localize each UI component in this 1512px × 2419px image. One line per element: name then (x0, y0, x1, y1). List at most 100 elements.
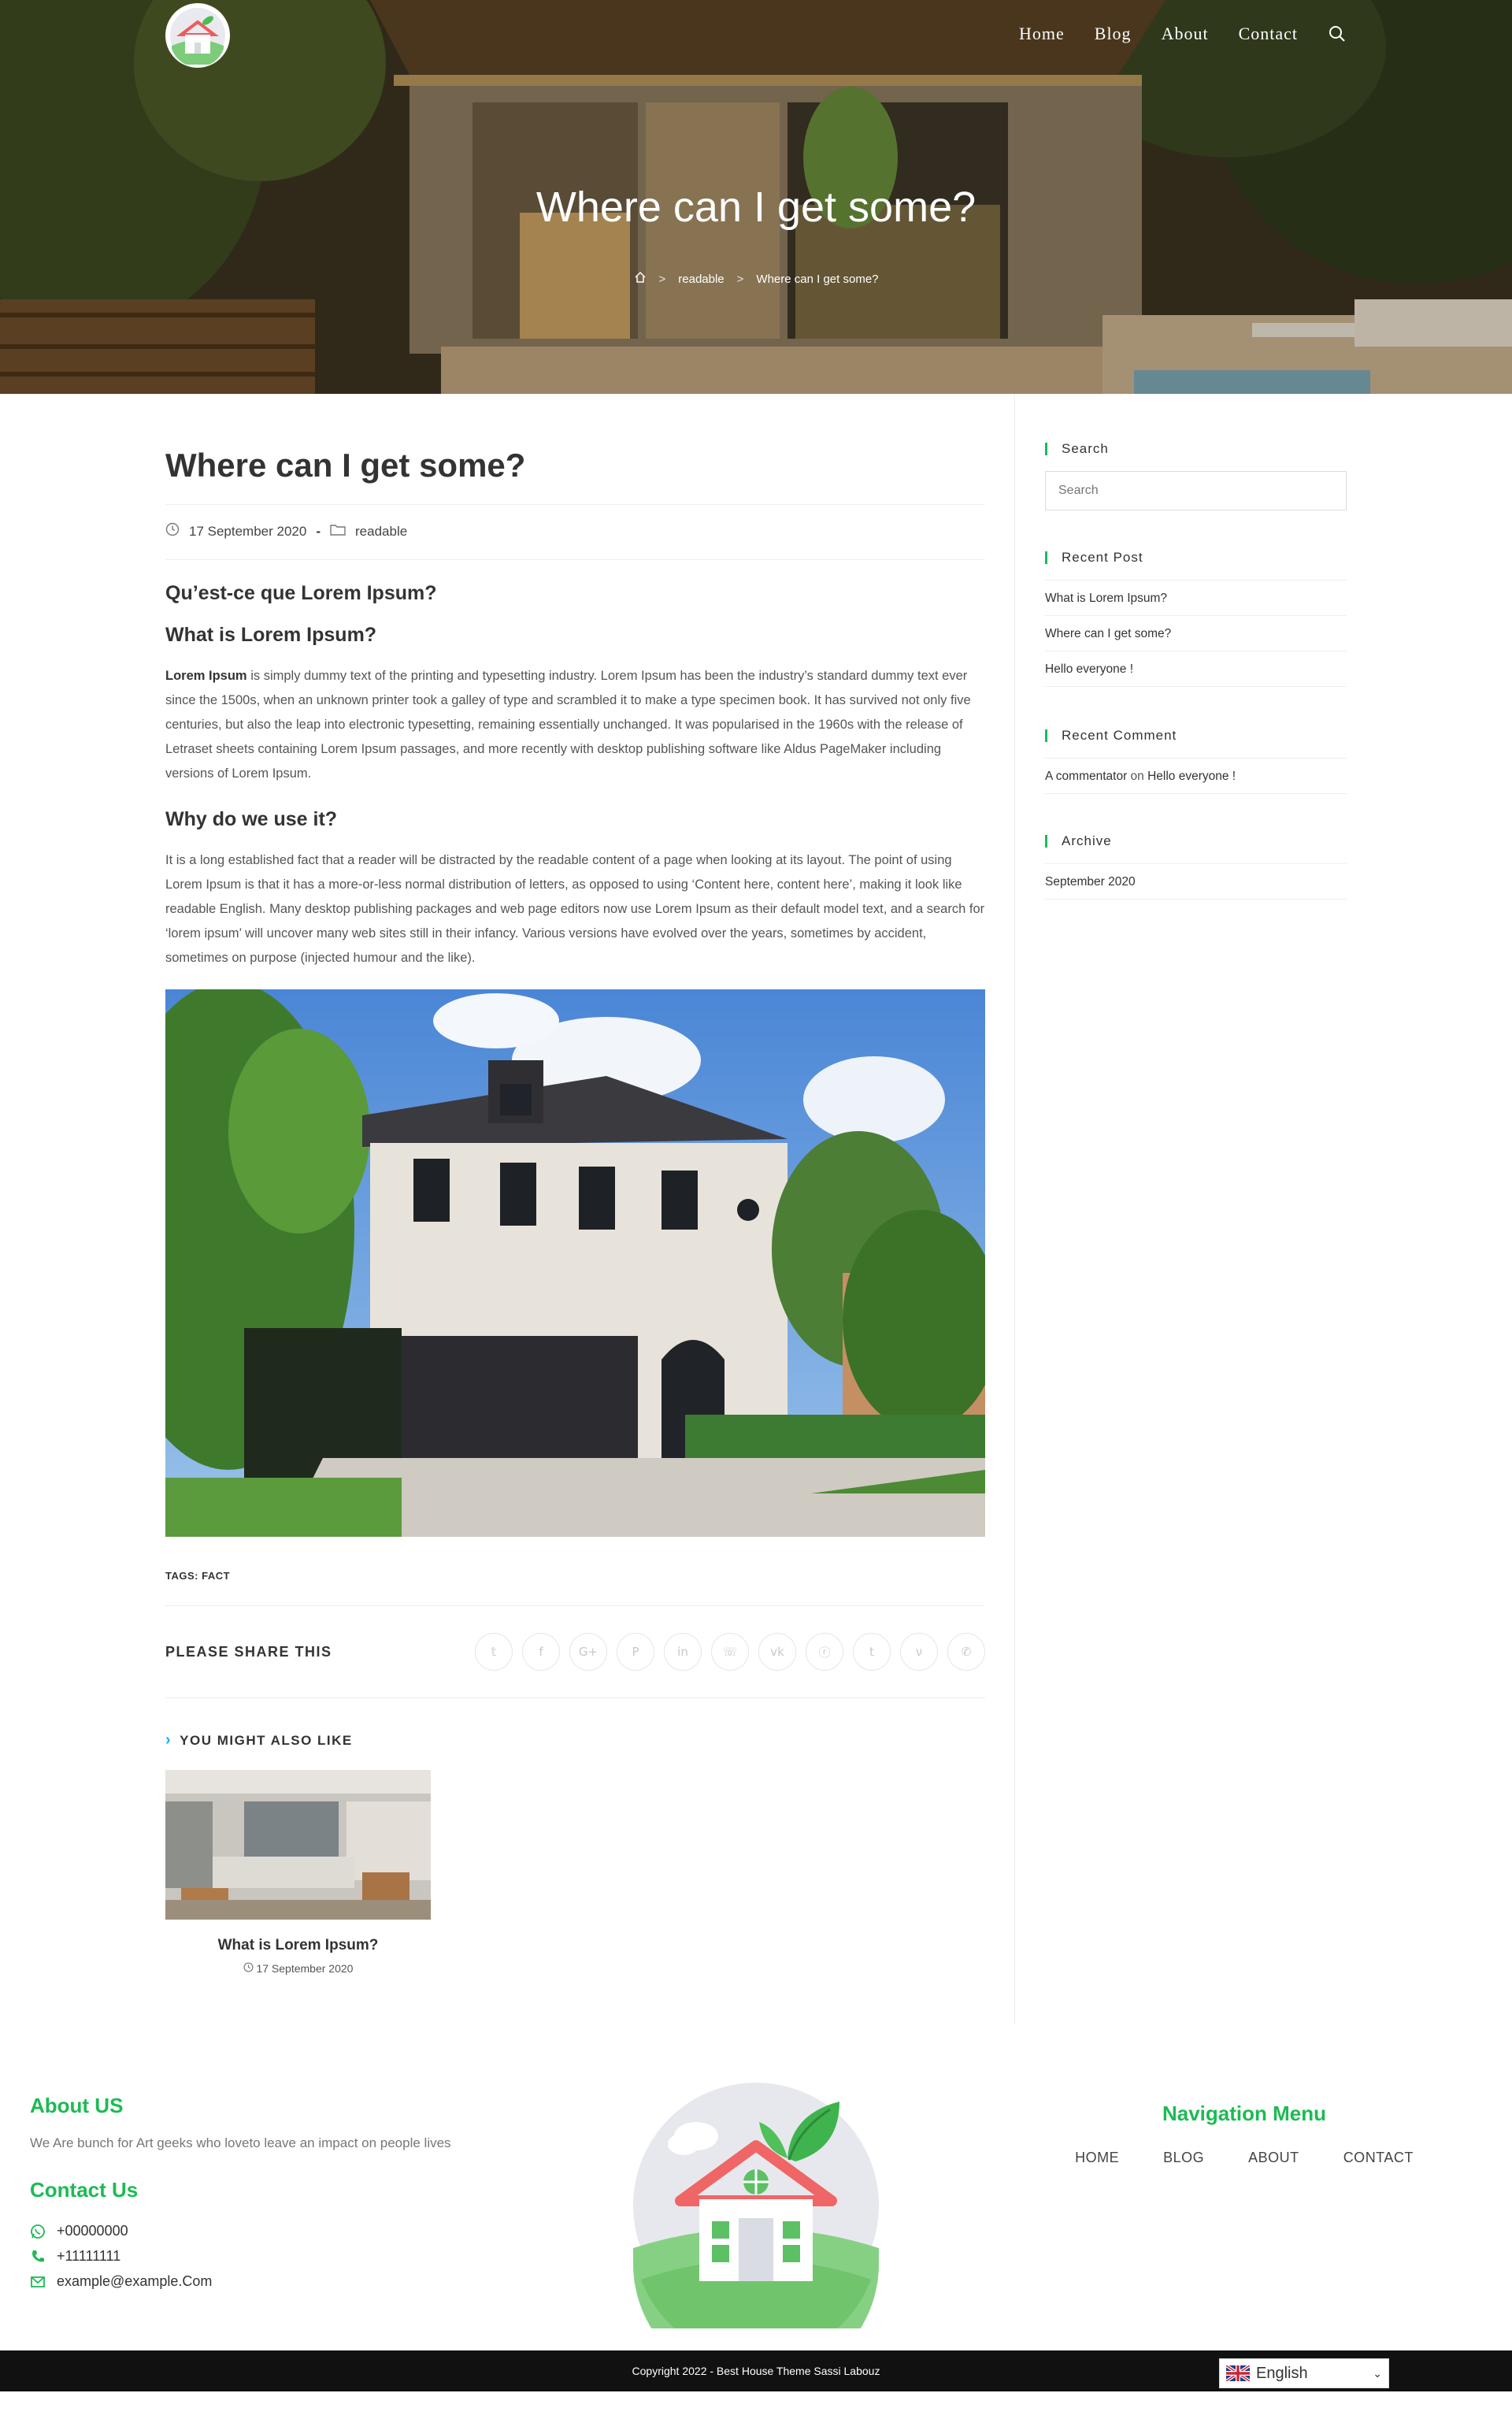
footer-nav-blog[interactable]: BLOG (1163, 2150, 1204, 2166)
archive-item[interactable]: September 2020 (1045, 863, 1347, 900)
tag-link[interactable]: FACT (202, 1570, 230, 1582)
sidebar: Search Recent Post What is Lorem Ipsum? … (1045, 442, 1347, 2024)
share-icons: 𝕥 f G+ Pin ☏ vk ⓡ t ν ✆ (475, 1633, 985, 1671)
clock-icon (243, 1962, 257, 1975)
footer-navigation: Navigation Menu HOME BLOG ABOUT CONTACT (1075, 2102, 1413, 2166)
post-featured-image (165, 989, 985, 1538)
archive-list: September 2020 (1045, 863, 1347, 900)
share-section: PLEASE SHARE THIS 𝕥 f G+ Pin ☏ vk ⓡ t ν ✆ (165, 1605, 985, 1699)
breadcrumb-current: Where can I get some? (756, 272, 879, 286)
heading-qu-est-ce: Qu’est-ce que Lorem Ipsum? (165, 582, 437, 605)
breadcrumb-category[interactable]: readable (678, 273, 724, 286)
language-selector[interactable]: English ⌄ (1219, 2358, 1389, 2388)
paragraph-why: It is a long established fact that a rea… (165, 853, 985, 966)
paragraph-body: is simply dummy text of the printing and… (165, 669, 971, 781)
home-icon[interactable] (634, 271, 647, 287)
search-input[interactable] (1045, 471, 1347, 510)
recent-comment-list: A commentator on Hello everyone ! (1045, 758, 1347, 794)
comment-post-link[interactable]: Hello everyone ! (1147, 770, 1236, 783)
contact-email: example@example.Com (30, 2273, 451, 2290)
footer-about-heading: About US (30, 2094, 124, 2117)
footer-nav-heading: Navigation Menu (1162, 2102, 1326, 2125)
recent-post-item[interactable]: What is Lorem Ipsum? (1045, 580, 1347, 615)
related-post-meta: 17 September 2020 (165, 1962, 431, 1975)
widget-recent-comment: Recent Comment A commentator on Hello ev… (1045, 729, 1347, 794)
hero-banner: Home Blog About Contact Where can I get … (0, 0, 1512, 394)
widget-recent-post: Recent Post What is Lorem Ipsum? Where c… (1045, 551, 1347, 687)
related-post-card[interactable]: What is Lorem Ipsum? 17 September 2020 (165, 1770, 431, 1975)
contact-whatsapp-number[interactable]: +00000000 (57, 2223, 128, 2239)
footer-nav-about[interactable]: ABOUT (1248, 2150, 1299, 2166)
facebook-icon[interactable]: f (522, 1633, 560, 1671)
share-label: PLEASE SHARE THIS (165, 1643, 332, 1660)
reddit-icon[interactable]: ⓡ (806, 1633, 843, 1671)
contact-phone-number[interactable]: +11111111 (57, 2248, 120, 2265)
footer-nav-contact[interactable]: CONTACT (1343, 2150, 1414, 2166)
post-date: 17 September 2020 (189, 523, 307, 539)
google-plus-icon[interactable]: G+ (569, 1633, 607, 1671)
tumblr-icon[interactable]: t (853, 1633, 891, 1671)
folder-icon (330, 523, 346, 540)
clock-icon (165, 522, 180, 540)
nav-blog[interactable]: Blog (1095, 24, 1132, 44)
paragraph-what-is: Lorem Ipsum is simply dummy text of the … (165, 664, 985, 786)
footer-nav-home[interactable]: HOME (1075, 2150, 1119, 2166)
hero-title: Where can I get some? (536, 184, 976, 231)
widget-title: Archive (1045, 834, 1347, 848)
footer-house-logo (633, 2083, 879, 2328)
content-area: Where can I get some? 17 September 2020 … (165, 394, 1347, 2024)
post-article: Where can I get some? 17 September 2020 … (165, 443, 985, 2024)
related-post-image[interactable] (165, 1770, 431, 1920)
search-icon[interactable] (1328, 24, 1347, 43)
column-divider (1014, 394, 1015, 2024)
contact-whatsapp: +00000000 (30, 2223, 451, 2239)
related-post-date: 17 September 2020 (256, 1962, 354, 1976)
footer-about-text: We Are bunch for Art geeks who loveto le… (30, 2135, 451, 2150)
widget-archive: Archive September 2020 (1045, 834, 1347, 900)
breadcrumb-separator: > (658, 272, 666, 286)
viber-icon[interactable]: ☏ (711, 1633, 749, 1671)
nav-home[interactable]: Home (1019, 24, 1065, 44)
copyright-bar: Copyright 2022 - Best House Theme Sassi … (0, 2350, 1512, 2391)
linkedin-icon[interactable]: in (664, 1633, 702, 1671)
recent-post-item[interactable]: Hello everyone ! (1045, 651, 1347, 687)
widget-title: Recent Comment (1045, 729, 1347, 742)
whatsapp-icon (31, 2224, 45, 2239)
site-footer: About US We Are bunch for Art geeks who … (0, 2054, 1512, 2391)
comment-on-text: on (1127, 770, 1148, 783)
language-label: English (1256, 2364, 1308, 2382)
contact-email-address[interactable]: example@example.Com (57, 2273, 212, 2290)
post-category[interactable]: readable (355, 524, 407, 540)
pinterest-icon[interactable]: P (617, 1633, 654, 1671)
chevron-down-icon: ⌄ (1373, 2366, 1382, 2380)
related-heading: › YOU MIGHT ALSO LIKE (165, 1731, 985, 1749)
widget-title: Search (1045, 442, 1347, 455)
heading-why: Why do we use it? (165, 808, 338, 831)
footer-contact-heading: Contact Us (30, 2178, 139, 2202)
comment-author[interactable]: A commentator (1045, 770, 1127, 783)
widget-title: Recent Post (1045, 551, 1347, 564)
related-heading-text: YOU MIGHT ALSO LIKE (180, 1732, 353, 1748)
twitter-icon[interactable]: 𝕥 (475, 1633, 513, 1671)
site-logo[interactable] (165, 3, 230, 68)
nav-about[interactable]: About (1162, 24, 1209, 44)
post-tags: TAGS: FACT (165, 1570, 985, 1582)
breadcrumb: > readable > Where can I get some? (0, 271, 1512, 287)
footer-nav: HOME BLOG ABOUT CONTACT (1075, 2150, 1413, 2166)
footer-contact-list: +00000000 +11111111 example@example.Com (30, 2223, 451, 2290)
related-post-title[interactable]: What is Lorem Ipsum? (165, 1937, 431, 1954)
post-title: Where can I get some? (165, 447, 526, 484)
recent-post-item[interactable]: Where can I get some? (1045, 615, 1347, 651)
nav-contact[interactable]: Contact (1239, 24, 1298, 44)
widget-search: Search (1045, 442, 1347, 510)
vk-icon[interactable]: vk (758, 1633, 796, 1671)
meta-separator: - (316, 523, 321, 539)
phone-icon (32, 2250, 44, 2261)
house-logo-icon (170, 8, 225, 65)
chevron-right-icon: › (165, 1731, 172, 1749)
paragraph-bold-term: Lorem Ipsum (165, 669, 247, 684)
whatsapp-icon[interactable]: ✆ (947, 1633, 985, 1671)
viadeo-icon[interactable]: ν (900, 1633, 938, 1671)
main-nav: Home Blog About Contact (1019, 24, 1347, 44)
uk-flag-icon (1226, 2365, 1250, 2381)
